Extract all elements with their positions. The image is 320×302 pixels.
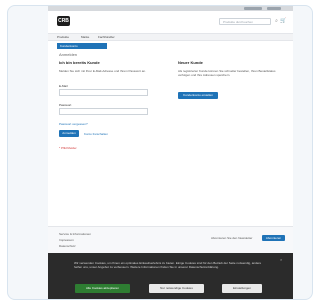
site-page: CRB Produkte durchsuchen ⌕ 🛒 Produkte Ma… [48,6,293,299]
cookie-banner: × Wir verwenden Cookies, um Ihnen ein op… [48,253,293,299]
search-icon[interactable]: ⌕ [273,18,280,25]
activate-account-link[interactable]: Konto freischalten [84,132,108,136]
newsletter-label: Abonnieren Sie den Newsletter [211,236,253,240]
cookie-text: Wir verwenden Cookies, um Ihnen ein opti… [74,261,262,269]
login-intro: Melden Sie sich mit Ihrer E-Mail-Adresse… [59,69,146,73]
newsletter-button[interactable]: Abonnieren [262,235,285,241]
page-title: Anmelden [59,52,78,57]
register-text: Als registrierter Kunde können Sie schne… [178,69,276,77]
top-link-newsletter[interactable] [244,7,262,10]
email-field[interactable] [59,89,148,96]
nav-item-products[interactable]: Produkte [57,34,69,40]
cart-icon[interactable]: 🛒 [280,18,287,25]
browser-frame: CRB Produkte durchsuchen ⌕ 🛒 Produkte Ma… [7,5,313,300]
forgot-password-link[interactable]: Passwort vergessen? [59,122,88,126]
top-bar [48,6,293,11]
breadcrumb[interactable]: Kundenkonto [57,43,107,49]
close-icon[interactable]: × [280,257,282,262]
login-heading: Ich bin bereits Kunde [59,60,100,65]
accept-cookies-button[interactable]: Alle Cookies akzeptieren [75,284,130,293]
search-input[interactable]: Produkte durchsuchen [219,18,271,25]
main-nav: Produkte Marke Fachhändler [48,33,293,41]
password-label: Passwort [59,103,72,107]
email-label: E-Mail [59,84,68,88]
footer-link-imprint[interactable]: Impressum [59,238,74,242]
nav-item-dealers[interactable]: Fachhändler [98,34,115,40]
register-heading: Neuer Kunde [178,60,203,65]
create-account-button[interactable]: Kundenkonto erstellen [178,92,218,99]
necessary-cookies-button[interactable]: Nur notwendige Cookies [149,284,204,293]
required-note: * Pflichtfelder [59,146,77,150]
password-field[interactable] [59,108,148,115]
site-logo[interactable]: CRB [57,16,70,26]
footer-link-privacy[interactable]: Datenschutz [59,244,76,248]
nav-item-brand[interactable]: Marke [81,34,89,40]
login-button[interactable]: Anmelden [59,130,79,137]
footer-heading: Service & Informationen [59,232,92,236]
cookie-settings-button[interactable]: Einstellungen [222,284,262,293]
top-link-contact[interactable] [267,7,281,10]
